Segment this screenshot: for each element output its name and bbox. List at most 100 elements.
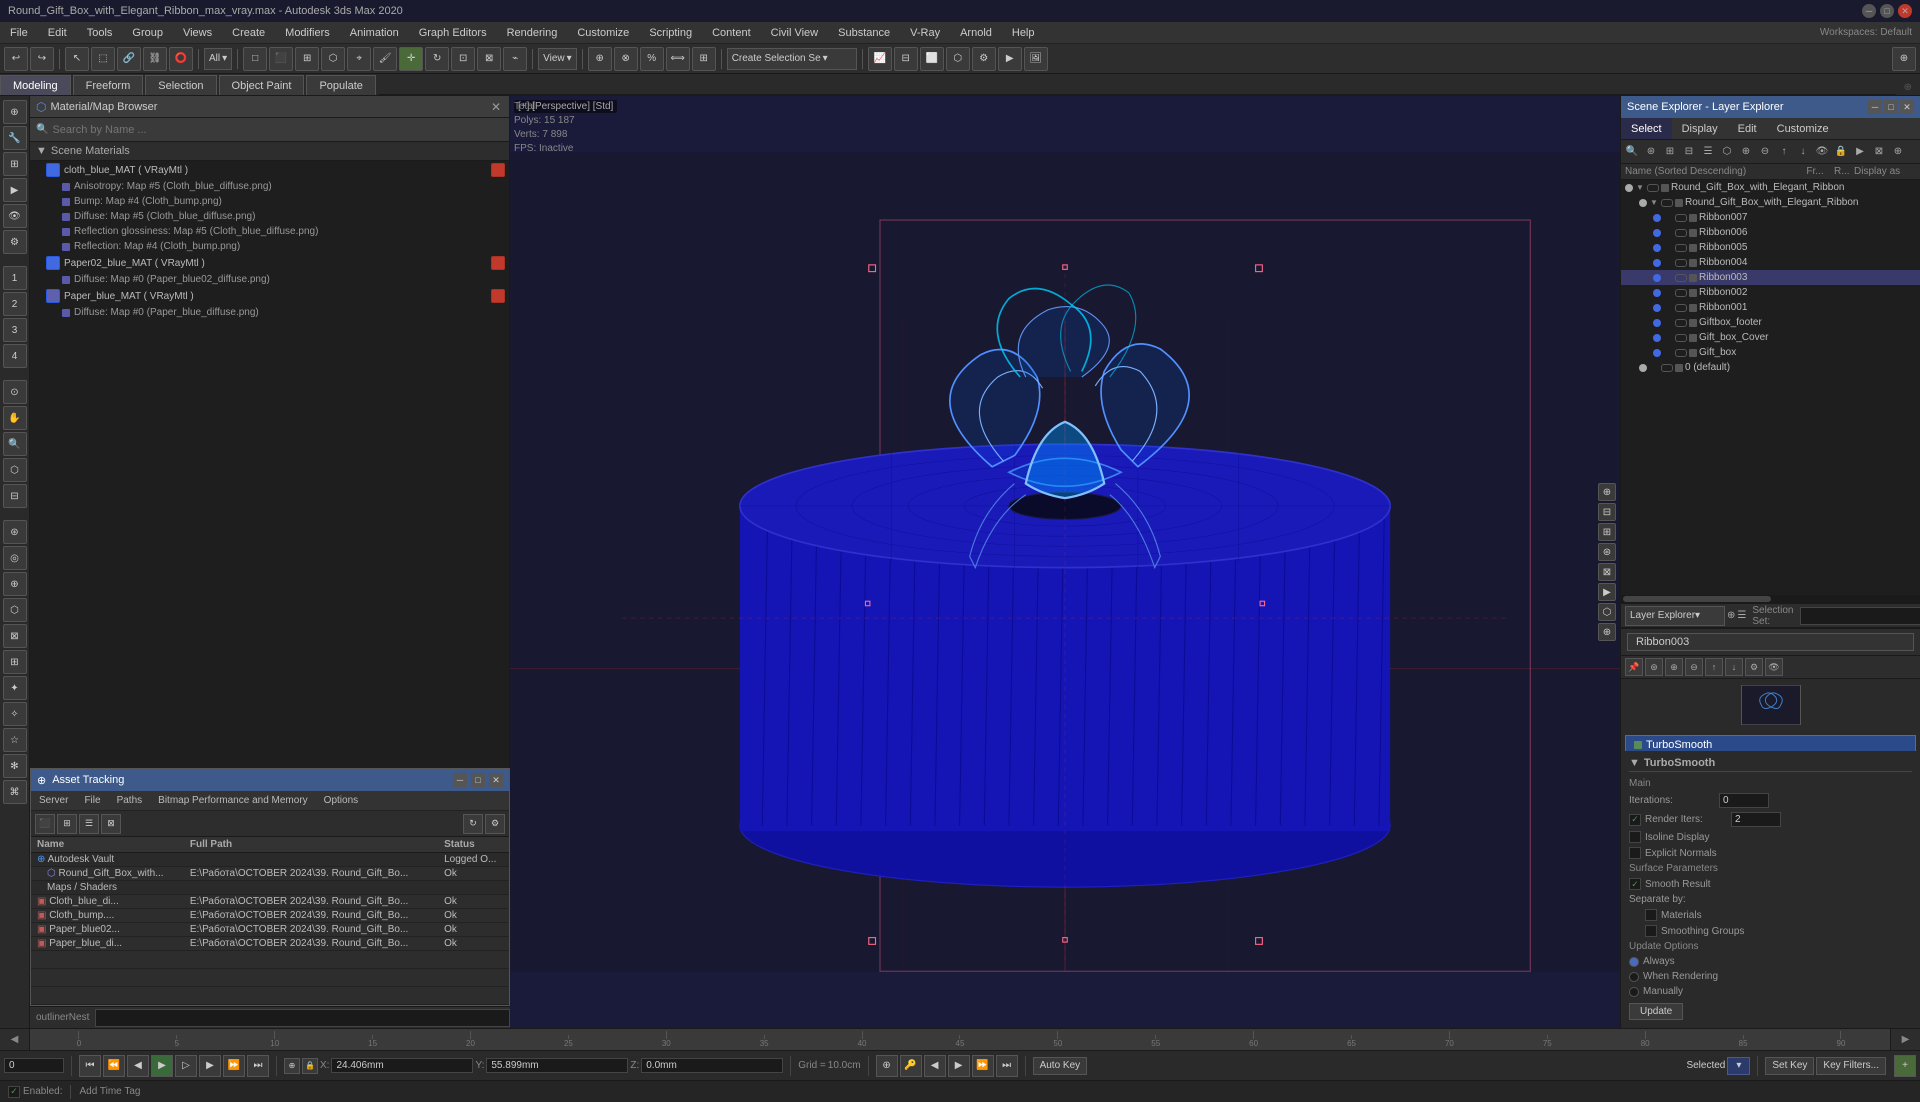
- tb-material-editor[interactable]: ⬡: [946, 47, 970, 71]
- tb-select-window[interactable]: ⬛: [269, 47, 293, 71]
- se-tb-render[interactable]: ▶: [1851, 143, 1869, 161]
- bc-next-key[interactable]: ⏩: [223, 1055, 245, 1077]
- layer-scrollbar-thumb[interactable]: [1623, 596, 1771, 602]
- ts-manually-radio[interactable]: [1629, 987, 1639, 997]
- layer-default[interactable]: 0 (default): [1621, 360, 1920, 375]
- asset-menu-file[interactable]: File: [76, 791, 108, 810]
- sb-snap-3[interactable]: 3: [3, 318, 27, 342]
- mat-paper02[interactable]: Paper02_blue_MAT ( VRayMtl ): [30, 254, 509, 272]
- giftbox-footer-eye[interactable]: [1675, 319, 1687, 327]
- sub-diffuse-cloth[interactable]: Diffuse: Map #5 (Cloth_blue_diffuse.png): [30, 209, 509, 224]
- tb-render-frame[interactable]: 🖼: [1024, 47, 1048, 71]
- bc-prev-key[interactable]: ⏪: [103, 1055, 125, 1077]
- ts-smooth-groups-checkbox[interactable]: [1645, 925, 1657, 937]
- ribbon006-eye[interactable]: [1675, 229, 1687, 237]
- layer-sub-root-eye[interactable]: [1661, 199, 1673, 207]
- vp-btn-3[interactable]: ⊞: [1598, 523, 1616, 541]
- se-tb-layer[interactable]: ☰: [1699, 143, 1717, 161]
- bc-key-mode[interactable]: 🔑: [900, 1055, 922, 1077]
- sb-orbit[interactable]: ⊙: [3, 380, 27, 404]
- material-search-input[interactable]: [52, 124, 503, 136]
- se-tb-select-all[interactable]: ⊠: [1870, 143, 1888, 161]
- bc-auto-key-btn[interactable]: Auto Key: [1033, 1057, 1088, 1075]
- asset-minimize[interactable]: ─: [453, 773, 467, 787]
- gift-box-lock[interactable]: [1689, 349, 1697, 357]
- ts-render-iters-checkbox[interactable]: [1629, 814, 1641, 826]
- se-tb-filter[interactable]: ⊛: [1642, 143, 1660, 161]
- viewport[interactable]: Total Polys: 15 187 Verts: 7 898 FPS: In…: [510, 96, 1620, 1028]
- bc-plus-btn[interactable]: +: [1894, 1055, 1916, 1077]
- extra-btn[interactable]: ⊕: [1896, 82, 1920, 95]
- layer-ribbon002[interactable]: Ribbon002: [1621, 285, 1920, 300]
- sb-tool-9[interactable]: ☆: [3, 728, 27, 752]
- at-btn-refresh[interactable]: ↻: [463, 814, 483, 834]
- tb-scale[interactable]: ⊡: [451, 47, 475, 71]
- sb-pan[interactable]: ✋: [3, 406, 27, 430]
- bc-next-frame[interactable]: ▶: [199, 1055, 221, 1077]
- timeline-bar[interactable]: 051015202530354045505560657075808590: [30, 1029, 1890, 1050]
- ribbon004-lock[interactable]: [1689, 259, 1697, 267]
- gift-box-cover-eye[interactable]: [1675, 334, 1687, 342]
- bc-play[interactable]: ▶: [151, 1055, 173, 1077]
- bc-play-fwd2[interactable]: ⏩: [972, 1055, 994, 1077]
- layer-root-lock[interactable]: [1661, 184, 1669, 192]
- ribbon007-eye[interactable]: [1675, 214, 1687, 222]
- timeline-next[interactable]: ▶: [1890, 1029, 1920, 1050]
- menu-help[interactable]: Help: [1002, 22, 1045, 43]
- tb-snap2[interactable]: ⊗: [614, 47, 638, 71]
- se-tb-search[interactable]: 🔍: [1623, 143, 1641, 161]
- at-btn-4[interactable]: ⊠: [101, 814, 121, 834]
- tb-placement[interactable]: ⌁: [503, 47, 527, 71]
- asset-row-cloth-bump[interactable]: ▣ Cloth_bump.... E:\Работа\OCTOBER 2024\…: [31, 909, 509, 923]
- mod-turbosmooth[interactable]: TurboSmooth: [1625, 735, 1916, 751]
- ts-when-rendering-radio[interactable]: [1629, 972, 1639, 982]
- bc-play-fwd[interactable]: ▶: [948, 1055, 970, 1077]
- tab-freeform[interactable]: Freeform: [73, 75, 144, 95]
- outliner-input[interactable]: [95, 1009, 510, 1027]
- create-selection-dropdown[interactable]: Create Selection Se ▾: [727, 48, 857, 70]
- menu-views[interactable]: Views: [173, 22, 222, 43]
- sb-tool-7[interactable]: ✦: [3, 676, 27, 700]
- tb-schematic[interactable]: ⬜: [920, 47, 944, 71]
- sub-refl-gloss[interactable]: Reflection glossiness: Map #5 (Cloth_blu…: [30, 224, 509, 239]
- vp-btn-5[interactable]: ⊠: [1598, 563, 1616, 581]
- le-set-input[interactable]: [1800, 607, 1920, 625]
- asset-maximize[interactable]: □: [471, 773, 485, 787]
- minimize-button[interactable]: ─: [1862, 4, 1876, 18]
- asset-row-vault[interactable]: ⊕ Autodesk Vault Logged O...: [31, 853, 509, 867]
- mod-icon-show[interactable]: 👁: [1765, 658, 1783, 676]
- se-tb-up[interactable]: ↑: [1775, 143, 1793, 161]
- layer-tree-scrollbar[interactable]: [1621, 595, 1920, 603]
- tb-view-dropdown[interactable]: View ▾: [538, 48, 577, 70]
- tb-undo[interactable]: ↩: [4, 47, 28, 71]
- tb-move[interactable]: ✛: [399, 47, 423, 71]
- bc-lock-coords[interactable]: 🔒: [302, 1058, 318, 1074]
- menu-vray[interactable]: V-Ray: [900, 22, 950, 43]
- ts-render-iters-input[interactable]: [1731, 812, 1781, 827]
- tab-modeling[interactable]: Modeling: [0, 75, 71, 95]
- scene-materials-expand[interactable]: ▼: [36, 145, 47, 157]
- ts-isoline-checkbox[interactable]: [1629, 831, 1641, 843]
- bc-go-end[interactable]: ⏭: [247, 1055, 269, 1077]
- sb-tool-5[interactable]: ⊠: [3, 624, 27, 648]
- ribbon002-lock[interactable]: [1689, 289, 1697, 297]
- gift-box-eye[interactable]: [1675, 349, 1687, 357]
- vp-btn-4[interactable]: ⊛: [1598, 543, 1616, 561]
- bc-play-selected[interactable]: ▷: [175, 1055, 197, 1077]
- se-tb-more[interactable]: ⊕: [1889, 143, 1907, 161]
- sb-tool-11[interactable]: ⌘: [3, 780, 27, 804]
- mod-icon-cfg[interactable]: ⚙: [1745, 658, 1763, 676]
- vp-btn-2[interactable]: ⊟: [1598, 503, 1616, 521]
- sb-display[interactable]: 👁: [3, 204, 27, 228]
- bc-go-start[interactable]: ⏮: [79, 1055, 101, 1077]
- layer-gift-box[interactable]: Gift_box: [1621, 345, 1920, 360]
- mat-cloth-blue[interactable]: cloth_blue_MAT ( VRayMtl ): [30, 161, 509, 179]
- sb-tool-1[interactable]: ⊛: [3, 520, 27, 544]
- layer-ribbon005[interactable]: Ribbon005: [1621, 240, 1920, 255]
- layer-root-eye[interactable]: [1647, 184, 1659, 192]
- menu-substance[interactable]: Substance: [828, 22, 900, 43]
- bc-key-filters-btn[interactable]: Key Filters...: [1816, 1057, 1886, 1075]
- menu-scripting[interactable]: Scripting: [639, 22, 702, 43]
- tb-dope[interactable]: ⊟: [894, 47, 918, 71]
- layer-ribbon006[interactable]: Ribbon006: [1621, 225, 1920, 240]
